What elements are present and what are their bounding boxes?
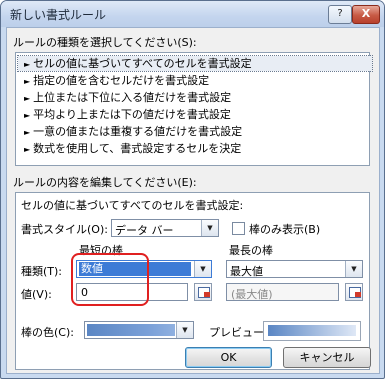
rule-edit-label: ルールの内容を編集してください(E): <box>13 176 197 189</box>
format-style-value: データ バー <box>115 224 174 237</box>
preview-box <box>263 321 361 341</box>
rule-type-item[interactable]: ► 指定の値を含むセルだけを書式設定 <box>18 73 372 88</box>
new-formatting-rule-dialog: 新しい書式ルール ? X ルールの種類を選択してください(S): ► セルの値に基… <box>0 0 385 379</box>
rule-type-item[interactable]: ► 数式を使用して、書式設定するセルを決定 <box>18 141 372 156</box>
rule-type-item-label: 数式を使用して、書式設定するセルを決定 <box>33 142 242 155</box>
longest-range-picker-button[interactable] <box>345 283 363 301</box>
rule-type-item-label: 上位または下位に入る値だけを書式設定 <box>33 91 232 104</box>
dialog-title: 新しい書式ルール <box>10 8 107 22</box>
shortest-range-picker-button[interactable] <box>194 283 212 301</box>
bullet-icon: ► <box>24 77 31 86</box>
rule-type-item-label: 平均より上または下の値だけを書式設定 <box>33 108 231 121</box>
bullet-icon: ► <box>24 145 31 154</box>
longest-type-value: 最大値 <box>230 265 263 278</box>
bar-color-label: 棒の色(C): <box>21 326 74 339</box>
bullet-icon: ► <box>24 111 31 120</box>
format-style-label: 書式スタイル(O): <box>21 223 108 236</box>
preview-label: プレビュー: <box>209 326 268 339</box>
rule-type-item[interactable]: ► 上位または下位に入る値だけを書式設定 <box>18 90 372 105</box>
rule-type-label: ルールの種類を選択してください(S): <box>13 36 197 49</box>
bullet-icon: ► <box>24 60 31 69</box>
longest-bar-heading: 最長の棒 <box>229 244 273 257</box>
show-bar-only-checkbox[interactable] <box>232 222 245 235</box>
chevron-down-icon[interactable]: ▼ <box>194 261 211 277</box>
title-bar[interactable]: 新しい書式ルール ? X <box>1 1 384 27</box>
highlight-annotation <box>71 253 149 306</box>
value-label: 値(V): <box>21 288 52 301</box>
show-bar-only-label: 棒のみ表示(B) <box>249 223 321 236</box>
bullet-icon: ► <box>24 94 31 103</box>
rule-type-item[interactable]: ► セルの値に基づいてすべてのセルを書式設定 <box>17 55 373 72</box>
bullet-icon: ► <box>24 128 31 137</box>
help-button[interactable]: ? <box>328 5 352 24</box>
rule-type-item[interactable]: ► 一意の値または重複する値だけを書式設定 <box>18 124 372 139</box>
longest-value-text: (最大値) <box>231 288 273 301</box>
chevron-down-icon[interactable]: ▼ <box>201 220 218 236</box>
rule-type-item-label: セルの値に基づいてすべてのセルを書式設定 <box>33 57 252 70</box>
preview-bar <box>268 325 356 336</box>
bar-color-swatch <box>87 324 175 336</box>
close-button[interactable]: X <box>352 5 380 24</box>
rule-type-item[interactable]: ► 平均より上または下の値だけを書式設定 <box>18 107 372 122</box>
longest-value-input: (最大値) <box>226 283 339 301</box>
cancel-button[interactable]: キャンセル <box>283 347 371 368</box>
dialog-body: ルールの種類を選択してください(S): ► セルの値に基づいてすべてのセルを書式設… <box>6 27 380 374</box>
rule-type-item-label: 指定の値を含むセルだけを書式設定 <box>33 74 210 87</box>
chevron-down-icon[interactable]: ▼ <box>176 322 193 338</box>
rule-type-item-label: 一意の値または重複する値だけを書式設定 <box>33 125 243 138</box>
format-style-dropdown[interactable]: データ バー ▼ <box>111 219 219 237</box>
chevron-down-icon[interactable]: ▼ <box>345 261 362 277</box>
rule-edit-subtitle: セルの値に基づいてすべてのセルを書式設定: <box>21 199 244 212</box>
type-label: 種類(T): <box>21 265 63 278</box>
ok-button[interactable]: OK <box>185 347 272 368</box>
rule-type-list[interactable]: ► セルの値に基づいてすべてのセルを書式設定 ► 指定の値を含むセルだけを書式設定 … <box>15 52 373 166</box>
longest-type-dropdown[interactable]: 最大値 ▼ <box>226 260 363 278</box>
